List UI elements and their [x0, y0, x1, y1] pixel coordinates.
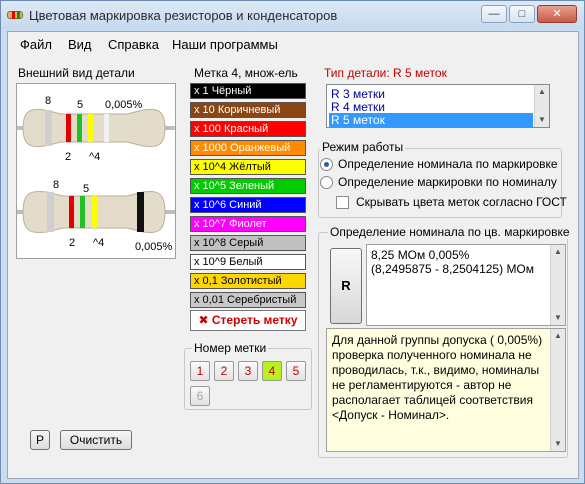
menu-our-programs[interactable]: Наши программы [172, 37, 278, 52]
result-scroll-down-icon[interactable]: ▼ [551, 311, 565, 325]
band-green [77, 114, 82, 142]
band2-gray [47, 192, 54, 232]
band-number-5-button[interactable]: 5 [286, 361, 306, 381]
erase-icon: ✖ [198, 313, 209, 327]
close-button[interactable]: ✕ [537, 5, 577, 23]
color-button-3[interactable]: x 100 Красный [190, 121, 306, 137]
result-range: (8,2495875 - 8,2504125) МОм [371, 262, 535, 276]
color-button-9[interactable]: x 10^8 Серый [190, 235, 306, 251]
client-area: Файл Вид Справка Наши программы Внешний … [7, 31, 579, 479]
band-number-4-button[interactable]: 4 [262, 361, 282, 381]
band-number-1-button[interactable]: 1 [190, 361, 210, 381]
color-button-6[interactable]: x 10^5 Зеленый [190, 178, 306, 194]
color-button-8[interactable]: x 10^7 Фиолет [190, 216, 306, 232]
band-gray [45, 110, 52, 146]
scroll-up-icon[interactable]: ▲ [535, 85, 549, 99]
r2-label-2: 5 [83, 183, 89, 195]
color-button-7[interactable]: x 10^6 Синий [190, 197, 306, 213]
minimize-button[interactable]: — [481, 5, 507, 23]
erase-band-button[interactable]: ✖ Стереть метку [190, 310, 306, 331]
r2-label-tolerance: 0,005% [135, 241, 173, 253]
appearance-panel: 8 5 0,005% 2 ^4 8 5 2 ^4 0,005% [16, 83, 176, 259]
r1-label-1: 8 [45, 95, 51, 107]
maximize-button[interactable]: □ [509, 5, 535, 23]
calc-r-button[interactable]: R [330, 248, 362, 324]
part-type-option-4[interactable]: R 4 метки [329, 100, 533, 114]
r1-label-2: 5 [77, 99, 83, 111]
part-type-label: Тип детали: R 5 меток [324, 66, 447, 80]
band-number-label: Номер метки [192, 341, 269, 355]
window-title: Цветовая маркировка резисторов и конденс… [29, 8, 338, 23]
band-yellow [88, 114, 93, 142]
result-output: 8,25 МОм 0,005% (8,2495875 - 8,2504125) … [366, 244, 566, 326]
band-number-2-button[interactable]: 2 [214, 361, 234, 381]
p-button[interactable]: P [30, 430, 50, 450]
part-type-scrollbar[interactable]: ▲ ▼ [534, 85, 549, 127]
band2-black [137, 192, 144, 232]
r1-label-mult: ^4 [89, 151, 100, 163]
color-button-2[interactable]: x 10 Коричневый [190, 102, 306, 118]
scroll-down-icon[interactable]: ▼ [535, 113, 549, 127]
result-value: 8,25 МОм 0,005% [371, 248, 470, 262]
appearance-label: Внешний вид детали [18, 66, 135, 80]
r2-label-mult: ^4 [93, 237, 104, 249]
resistor-1 [17, 108, 175, 148]
part-type-option-5[interactable]: R 5 меток [329, 113, 533, 127]
note-scroll-down-icon[interactable]: ▼ [551, 437, 565, 451]
color-button-12[interactable]: x 0,01 Серебристый [190, 292, 306, 308]
note-scrollbar[interactable]: ▲ ▼ [550, 329, 565, 451]
band-number-3-button[interactable]: 3 [238, 361, 258, 381]
result-label: Определение номинала по цв. маркировке [328, 225, 572, 239]
r2-label-1: 8 [53, 179, 59, 191]
mode-by-nominal-radio[interactable] [320, 176, 333, 189]
result-scrollbar[interactable]: ▲ ▼ [550, 245, 565, 325]
tolerance-note: Для данной группы допуска ( 0,005%) пров… [326, 328, 566, 452]
mode-label: Режим работы [320, 140, 406, 154]
menu-file[interactable]: Файл [20, 37, 52, 52]
color-button-1[interactable]: x 1 Чёрный [190, 83, 306, 99]
title-bar[interactable]: Цветовая маркировка резисторов и конденс… [1, 1, 584, 29]
band-red [66, 114, 71, 142]
resistor-drawing: 8 5 0,005% 2 ^4 8 5 2 ^4 0,005% [17, 95, 175, 253]
band2-yellow [92, 196, 97, 228]
app-window: Цветовая маркировка резисторов и конденс… [0, 0, 585, 484]
band-silver [104, 114, 109, 142]
note-scroll-up-icon[interactable]: ▲ [551, 329, 565, 343]
r1-label-tolerance: 0,005% [105, 99, 143, 111]
menu-bar: Файл Вид Справка Наши программы [8, 32, 578, 54]
mode-by-marking-radio[interactable] [320, 158, 333, 171]
menu-help[interactable]: Справка [108, 37, 159, 52]
erase-label: Стереть метку [211, 313, 298, 327]
menu-view[interactable]: Вид [68, 37, 92, 52]
color-button-5[interactable]: x 10^4 Жёлтый [190, 159, 306, 175]
hide-gost-checkbox[interactable] [336, 196, 349, 209]
tolerance-note-text: Для данной группы допуска ( 0,005%) пров… [332, 333, 543, 422]
mode-by-marking-label[interactable]: Определение номинала по маркировке [338, 157, 558, 171]
part-type-option-3[interactable]: R 3 метки [329, 87, 533, 101]
r2-label-3: 2 [69, 237, 75, 249]
resistor-2 [17, 190, 175, 234]
band2-green [80, 196, 85, 228]
resistor-icon [7, 11, 23, 19]
part-type-listbox[interactable]: R 3 метки R 4 метки R 5 меток ▲ ▼ [326, 84, 550, 128]
band2-red [69, 196, 74, 228]
hide-gost-label[interactable]: Скрывать цвета меток согласно ГОСТ [356, 195, 567, 209]
mode-by-nominal-label[interactable]: Определение маркировки по номиналу [338, 175, 557, 189]
result-scroll-up-icon[interactable]: ▲ [551, 245, 565, 259]
color-button-4[interactable]: x 1000 Оранжевый [190, 140, 306, 156]
color-button-11[interactable]: x 0,1 Золотистый [190, 273, 306, 289]
clear-button[interactable]: Очистить [60, 430, 132, 450]
r1-label-3: 2 [65, 151, 71, 163]
color-button-10[interactable]: x 10^9 Белый [190, 254, 306, 270]
band-number-6-button[interactable]: 6 [190, 386, 210, 406]
colors-panel-title: Метка 4, множ-ель [194, 66, 298, 80]
